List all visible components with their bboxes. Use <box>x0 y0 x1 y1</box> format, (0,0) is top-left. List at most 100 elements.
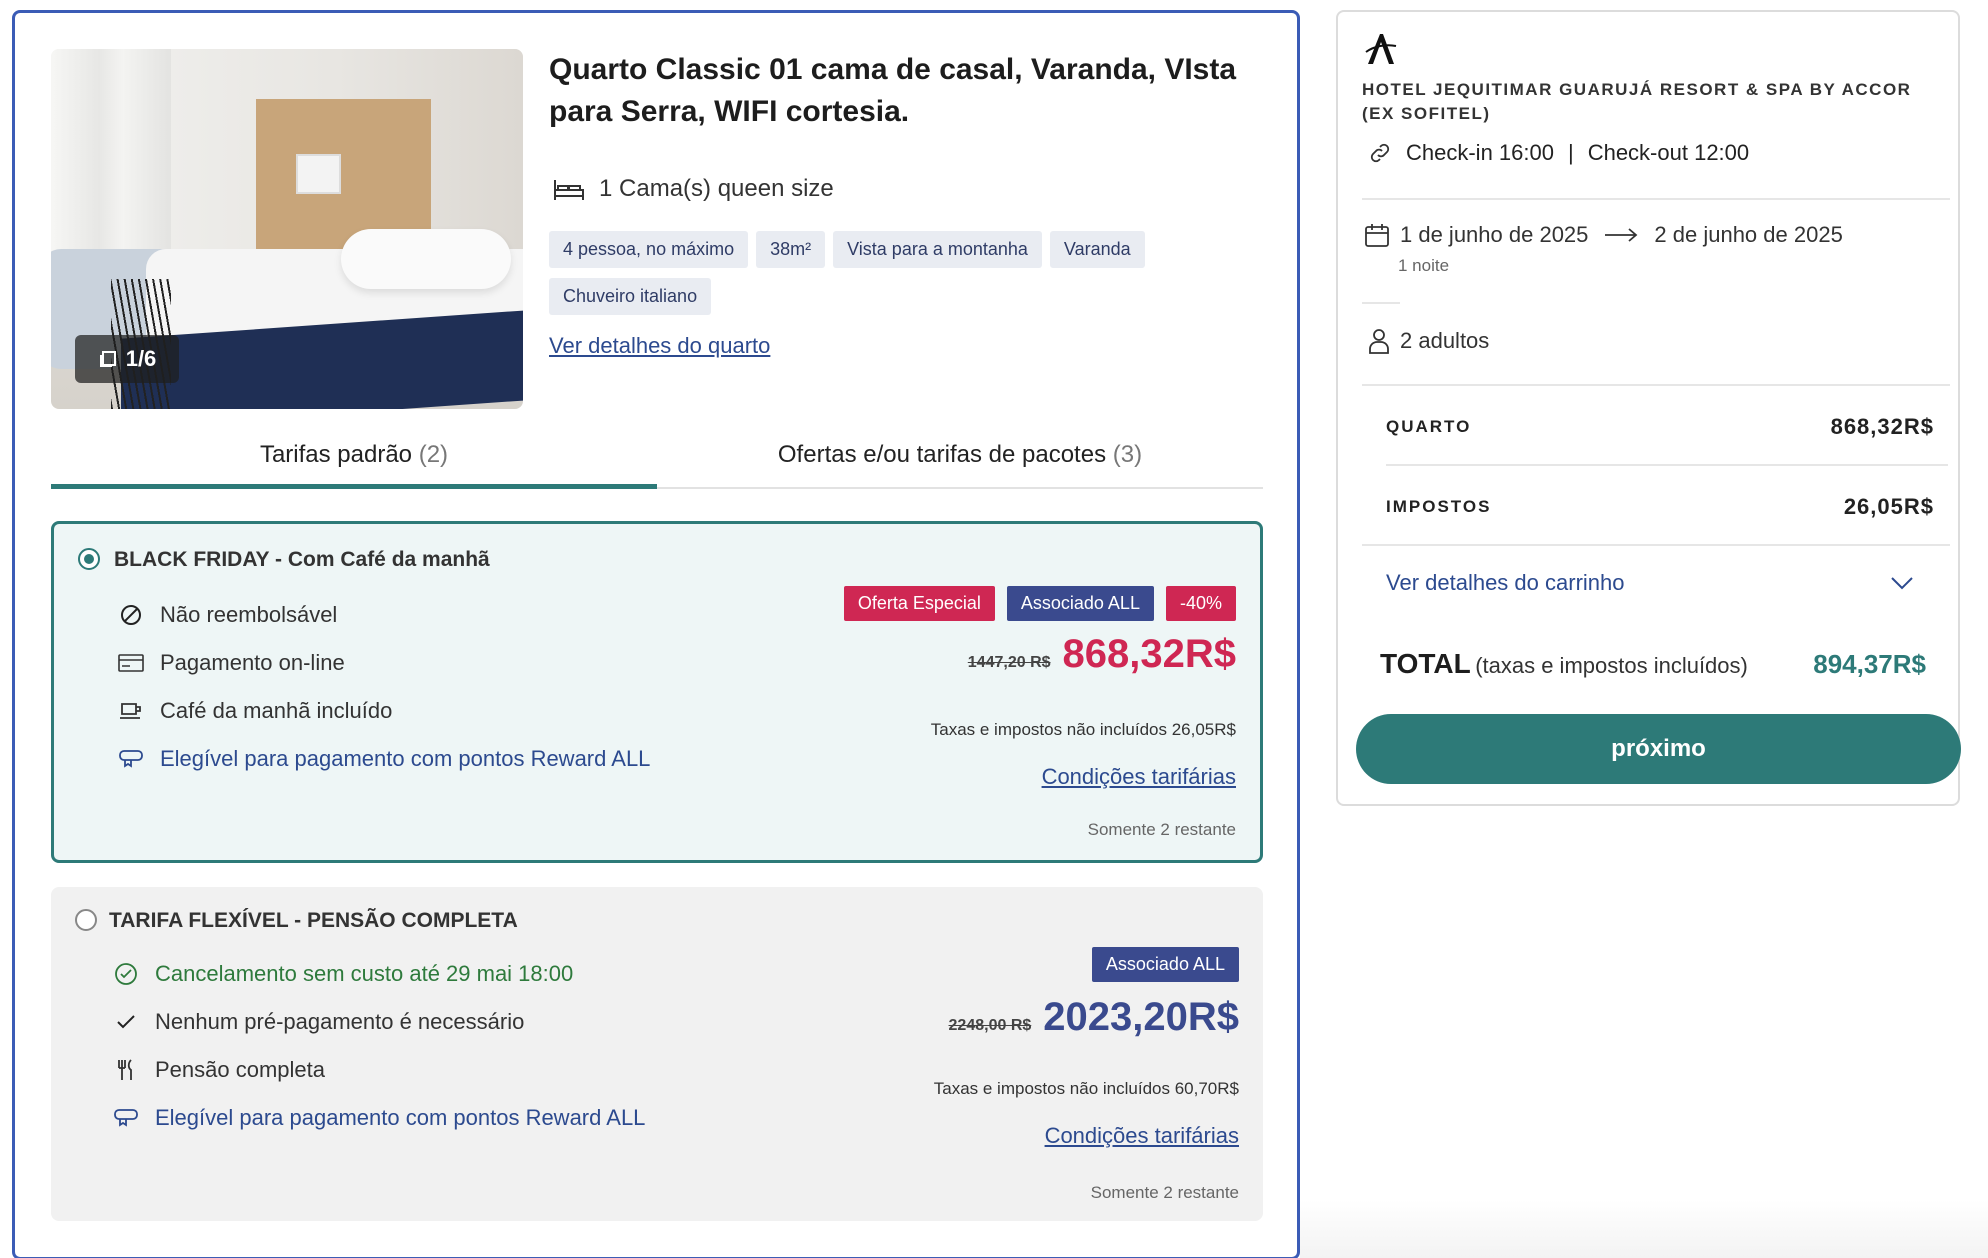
divider <box>1362 544 1950 546</box>
room-title: Quarto Classic 01 cama de casal, Varanda… <box>549 53 1237 128</box>
rate-feature: Pensão completa <box>113 1057 325 1083</box>
conditions-link[interactable]: Condições tarifárias <box>1045 1123 1239 1149</box>
price: 2023,20R$ <box>1043 995 1239 1039</box>
conditions-link[interactable]: Condições tarifárias <box>1042 764 1236 790</box>
old-price: 2248,00 R$ <box>948 1017 1032 1034</box>
tab-standard-rates[interactable]: Tarifas padrão (2) <box>51 423 657 489</box>
accor-logo <box>1362 30 1400 68</box>
line-item-taxes: IMPOSTOS 26,05R$ <box>1386 494 1934 520</box>
photo-pillow <box>341 229 511 289</box>
divider <box>1386 464 1948 466</box>
arrow-right-icon <box>1605 228 1638 242</box>
room-tag: Vista para a montanha <box>833 231 1042 268</box>
guests[interactable]: 2 adultos <box>1368 328 1489 354</box>
rate-title: BLACK FRIDAY - Com Café da manhã <box>114 548 490 571</box>
divider <box>1362 384 1950 386</box>
person-icon <box>1369 329 1389 354</box>
rate-option-flexible[interactable]: TARIFA FLEXÍVEL - PENSÃO COMPLETA Cancel… <box>51 887 1263 1221</box>
checkin-text: Check-in 16:00 <box>1406 140 1554 165</box>
photo-counter-text: 1/6 <box>125 346 157 371</box>
line-item-value: 26,05R$ <box>1843 494 1934 519</box>
feature-text: Café da manhã incluído <box>160 698 393 723</box>
room-tag: Chuveiro italiano <box>549 278 712 315</box>
gallery-icon <box>99 351 116 367</box>
badge-special-offer: Oferta Especial <box>843 586 995 621</box>
room-tag: Varanda <box>1049 231 1145 268</box>
nights-count: 1 noite <box>1398 256 1450 275</box>
divider <box>1362 302 1400 304</box>
tab-label: Tarifas padrão <box>259 441 413 468</box>
check-icon <box>117 1015 135 1029</box>
room-card: 1/6 Quarto Classic 01 cama de casal, Var… <box>12 10 1300 1258</box>
guests-text: 2 adultos <box>1400 328 1490 353</box>
room-tags: 4 pessoa, no máximo 38m² Vista para a mo… <box>549 231 1269 315</box>
line-item-label: QUARTO <box>1386 417 1472 436</box>
date-from: 1 de junho de 2025 <box>1400 222 1589 247</box>
coffee-icon <box>120 703 141 719</box>
rate-option-black-friday[interactable]: BLACK FRIDAY - Com Café da manhã Não ree… <box>51 521 1263 863</box>
booking-summary: HOTEL JEQUITIMAR GUARUJÁ RESORT & SPA BY… <box>1336 10 1961 806</box>
hotel-name: HOTEL JEQUITIMAR GUARUJÁ RESORT & SPA BY… <box>1362 80 1912 123</box>
line-item-label: IMPOSTOS <box>1386 497 1492 516</box>
cart-link-text: Ver detalhes do carrinho <box>1386 570 1625 595</box>
rate-title: TARIFA FLEXÍVEL - PENSÃO COMPLETA <box>109 909 518 932</box>
calendar-icon <box>1365 224 1389 247</box>
feature-text: Elegível para pagamento com pontos Rewar… <box>160 746 651 771</box>
line-item-value: 868,32R$ <box>1830 414 1934 439</box>
rate-feature: Cancelamento sem custo até 29 mai 18:00 <box>113 961 573 987</box>
feature-text: Elegível para pagamento com pontos Rewar… <box>155 1105 646 1130</box>
rate-feature: Elegível para pagamento com pontos Rewar… <box>118 746 650 772</box>
total-row: TOTAL (taxas e impostos incluídos) 894,3… <box>1380 648 1926 680</box>
badge-member: Associado ALL <box>1091 947 1239 982</box>
rate-radio[interactable] <box>75 909 97 931</box>
rate-badges: Associado ALL <box>1091 947 1239 982</box>
tab-count: (3) <box>1112 441 1143 468</box>
total-sub: (taxas e impostos incluídos) <box>1475 653 1748 678</box>
card-icon <box>118 654 144 672</box>
rate-feature: Não reembolsável <box>118 602 337 628</box>
tab-offers[interactable]: Ofertas e/ou tarifas de pacotes (3) <box>657 423 1263 487</box>
rate-tabs: Tarifas padrão (2) Ofertas e/ou tarifas … <box>51 423 1263 489</box>
rate-feature: Elegível para pagamento com pontos Rewar… <box>113 1105 645 1131</box>
bed-text: 1 Cama(s) queen size <box>599 175 834 202</box>
rate-feature: Café da manhã incluído <box>118 698 392 724</box>
reward-icon <box>119 750 143 768</box>
rate-feature: Nenhum pré-pagamento é necessário <box>113 1009 524 1035</box>
rate-radio[interactable] <box>78 548 100 570</box>
rate-badges: Oferta Especial Associado ALL -40% <box>843 586 1236 621</box>
tab-label: Ofertas e/ou tarifas de pacotes <box>777 441 1107 468</box>
tab-count: (2) <box>418 441 449 468</box>
divider <box>1362 198 1950 200</box>
old-price: 1447,20 R$ <box>967 654 1051 671</box>
room-photo[interactable]: 1/6 <box>51 49 523 409</box>
price-row: 2248,00 R$ 2023,20R$ <box>949 995 1239 1040</box>
checkin-checkout: Check-in 16:00 | Check-out 12:00 <box>1368 140 1749 166</box>
chevron-down-icon <box>1891 577 1913 590</box>
check-circle-icon <box>115 963 137 985</box>
cart-details-toggle[interactable]: Ver detalhes do carrinho <box>1386 570 1914 596</box>
badge-member: Associado ALL <box>1006 586 1154 621</box>
room-details-link[interactable]: Ver detalhes do quarto <box>549 333 770 359</box>
stay-dates[interactable]: 1 de junho de 2025 2 de junho de 2025 <box>1364 222 1843 248</box>
remaining-note: Somente 2 restante <box>1090 1183 1239 1202</box>
room-tag: 4 pessoa, no máximo <box>549 231 749 268</box>
taxes-note: Taxas e impostos não incluídos 60,70R$ <box>933 1079 1239 1098</box>
photo-counter[interactable]: 1/6 <box>75 335 179 383</box>
rate-feature: Pagamento on-line <box>118 650 345 676</box>
feature-text: Cancelamento sem custo até 29 mai 18:00 <box>155 961 574 986</box>
remaining-note: Somente 2 restante <box>1087 820 1236 839</box>
feature-text: Pensão completa <box>155 1057 325 1082</box>
reward-icon <box>114 1109 138 1127</box>
taxes-note: Taxas e impostos não incluídos 26,05R$ <box>930 720 1236 739</box>
price: 868,32R$ <box>1062 632 1236 676</box>
next-button[interactable]: próximo <box>1356 714 1961 784</box>
feature-text: Pagamento on-line <box>160 650 345 675</box>
checkin-separator: | <box>1567 140 1574 165</box>
no-refund-icon <box>121 605 141 625</box>
total-label: TOTAL <box>1380 648 1471 679</box>
price-row: 1447,20 R$ 868,32R$ <box>968 632 1236 677</box>
feature-text: Não reembolsável <box>160 602 338 627</box>
checkout-text: Check-out 12:00 <box>1587 140 1750 165</box>
fork-knife-icon <box>118 1059 132 1080</box>
bed-icon <box>554 180 584 200</box>
